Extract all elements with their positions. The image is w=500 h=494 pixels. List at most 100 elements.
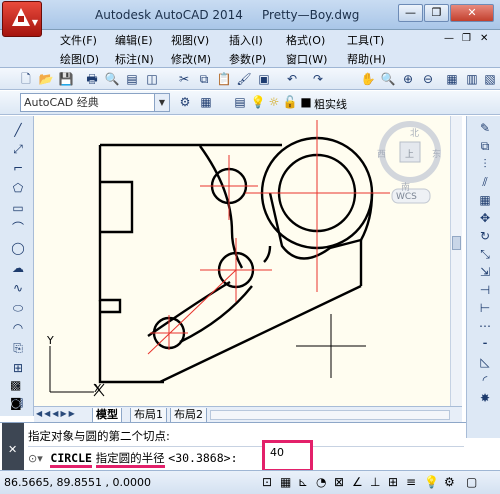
3d-print-icon[interactable]: ◫ — [144, 71, 160, 87]
lock-icon[interactable]: 🔓 — [282, 94, 298, 110]
move-icon[interactable]: ✥ — [477, 210, 493, 226]
coordinate-readout[interactable]: 86.5665, 89.8551 , 0.0000 — [4, 476, 151, 489]
mdi-restore-button[interactable]: ❐ — [462, 33, 471, 44]
tab-layout1[interactable]: 布局1 — [130, 408, 167, 423]
horizontal-scrollbar[interactable] — [210, 410, 450, 420]
break-icon[interactable]: ⋯ — [477, 318, 493, 334]
restore-button[interactable]: ❐ — [424, 4, 449, 22]
sun-icon[interactable]: ☼ — [266, 94, 282, 110]
cut-icon[interactable]: ✂ — [176, 71, 192, 87]
fillet-icon[interactable]: ◜ — [477, 372, 493, 388]
minimize-button[interactable]: — — [398, 4, 423, 22]
block-editor-icon[interactable]: ▣ — [256, 71, 272, 87]
close-button[interactable]: ✕ — [450, 4, 494, 22]
vertical-scrollbar[interactable] — [450, 116, 462, 406]
menu-draw[interactable]: 绘图(D) — [60, 51, 99, 67]
trim-icon[interactable]: ⊣ — [477, 282, 493, 298]
construction-line-icon[interactable]: ⤢ — [10, 141, 26, 157]
command-input[interactable]: 40 — [262, 440, 313, 472]
arc-icon[interactable]: ⌒ — [10, 220, 26, 236]
extend-icon[interactable]: ⊢ — [477, 300, 493, 316]
dynamic-input-icon[interactable]: ⊞ — [388, 475, 398, 489]
zoom-previous-icon[interactable]: ⊖ — [420, 71, 436, 87]
mdi-minimize-button[interactable]: — — [444, 33, 454, 44]
layer-properties-icon[interactable]: ▤ — [232, 94, 248, 110]
paste-icon[interactable]: 📋 — [216, 71, 232, 87]
offset-icon[interactable]: ⫽ — [477, 174, 493, 190]
insert-block-icon[interactable]: ⎘ — [10, 340, 26, 356]
revision-cloud-icon[interactable]: ☁ — [10, 260, 26, 276]
viewcube-top-face[interactable]: 上 — [405, 147, 414, 160]
ortho-mode-icon[interactable]: ⊾ — [298, 475, 308, 489]
ellipse-icon[interactable]: ⬭ — [10, 300, 26, 316]
menu-view[interactable]: 视图(V) — [171, 32, 209, 48]
lightbulb-icon[interactable]: 💡 — [250, 94, 266, 110]
design-center-icon[interactable]: ▥ — [464, 71, 480, 87]
save-icon[interactable]: 💾 — [58, 71, 74, 87]
menu-insert[interactable]: 插入(I) — [229, 32, 263, 48]
scrollbar-thumb[interactable] — [452, 236, 461, 250]
command-history-icon[interactable]: ⊙▾ — [28, 452, 43, 465]
lineweight-icon[interactable]: ≡ — [406, 475, 416, 489]
ellipse-arc-icon[interactable]: ◠ — [10, 320, 26, 336]
line-icon[interactable]: ╱ — [10, 122, 26, 138]
menu-help[interactable]: 帮助(H) — [347, 51, 386, 67]
workspace-dropdown[interactable]: AutoCAD 经典 ▼ — [20, 93, 170, 112]
menu-file[interactable]: 文件(F) — [60, 32, 97, 48]
mirror-icon[interactable]: ⫶ — [477, 156, 493, 172]
copy-object-icon[interactable]: ⧉ — [477, 138, 493, 154]
clean-screen-icon[interactable]: ▢ — [466, 475, 477, 489]
drawing-canvas[interactable]: 北 南 西 东 上 WCS Y X — [34, 116, 462, 406]
polyline-icon[interactable]: ⌐ — [10, 160, 26, 176]
wcs-label[interactable]: WCS — [396, 192, 417, 202]
application-menu-button[interactable]: ▼ — [2, 1, 42, 37]
menu-tools[interactable]: 工具(T) — [347, 32, 384, 48]
print-icon[interactable]: 🖶 — [84, 71, 100, 87]
command-window-handle[interactable]: ✕ — [2, 423, 24, 471]
snap-mode-icon[interactable]: ⊡ — [262, 475, 272, 489]
spline-icon[interactable]: ∿ — [10, 280, 26, 296]
menu-modify[interactable]: 修改(M) — [171, 51, 211, 67]
zoom-realtime-icon[interactable]: 🔍 — [380, 71, 396, 87]
tool-palettes-icon[interactable]: ▧ — [482, 71, 498, 87]
rotate-icon[interactable]: ↻ — [477, 228, 493, 244]
new-file-icon[interactable]: 🗋 — [18, 71, 34, 87]
menu-parametric[interactable]: 参数(P) — [229, 51, 266, 67]
polar-tracking-icon[interactable]: ◔ — [316, 475, 326, 489]
undo-icon[interactable]: ↶ — [284, 71, 300, 87]
tab-navigation-arrows[interactable]: ◀◀◀▶▶ — [36, 409, 77, 418]
match-properties-icon[interactable]: 🖌 — [236, 71, 252, 87]
polygon-icon[interactable]: ⬠ — [10, 180, 26, 196]
grid-display-icon[interactable]: ▦ — [280, 475, 291, 489]
region-icon[interactable]: ◙ — [10, 396, 22, 410]
tab-model[interactable]: 模型 — [92, 408, 122, 423]
scale-icon[interactable]: ⤡ — [477, 246, 493, 262]
tab-layout2[interactable]: 布局2 — [170, 408, 207, 423]
stretch-icon[interactable]: ⇲ — [477, 264, 493, 280]
toolbar-options-icon[interactable]: ▦ — [198, 94, 214, 110]
open-file-icon[interactable]: 📂 — [38, 71, 54, 87]
publish-icon[interactable]: ▤ — [124, 71, 140, 87]
dynamic-ucs-icon[interactable]: ⊥ — [370, 475, 380, 489]
mdi-close-button[interactable]: ✕ — [480, 33, 488, 44]
print-preview-icon[interactable]: 🔍 — [104, 71, 120, 87]
copy-icon[interactable]: ⧉ — [196, 71, 212, 87]
make-block-icon[interactable]: ⊞ — [10, 360, 26, 376]
pan-icon[interactable]: ✋ — [360, 71, 376, 87]
close-command-window-icon[interactable]: ✕ — [8, 443, 17, 456]
current-layer-name[interactable]: 粗实线 — [314, 96, 347, 112]
rectangle-icon[interactable]: ▭ — [10, 200, 26, 216]
menu-format[interactable]: 格式(O) — [286, 32, 325, 48]
menu-window[interactable]: 窗口(W) — [286, 51, 327, 67]
redo-icon[interactable]: ↷ — [310, 71, 326, 87]
gradient-icon[interactable]: ▩ — [10, 378, 21, 392]
object-snap-icon[interactable]: ⊠ — [334, 475, 344, 489]
erase-icon[interactable]: ✎ — [477, 120, 493, 136]
workspace-settings-icon[interactable]: ⚙ — [177, 94, 193, 110]
properties-icon[interactable]: ▦ — [444, 71, 460, 87]
array-icon[interactable]: ▦ — [477, 192, 493, 208]
menu-edit[interactable]: 编辑(E) — [115, 32, 153, 48]
workspace-switching-icon[interactable]: ⚙ — [444, 475, 455, 489]
circle-icon[interactable]: ◯ — [10, 240, 26, 256]
object-snap-tracking-icon[interactable]: ∠ — [352, 475, 363, 489]
